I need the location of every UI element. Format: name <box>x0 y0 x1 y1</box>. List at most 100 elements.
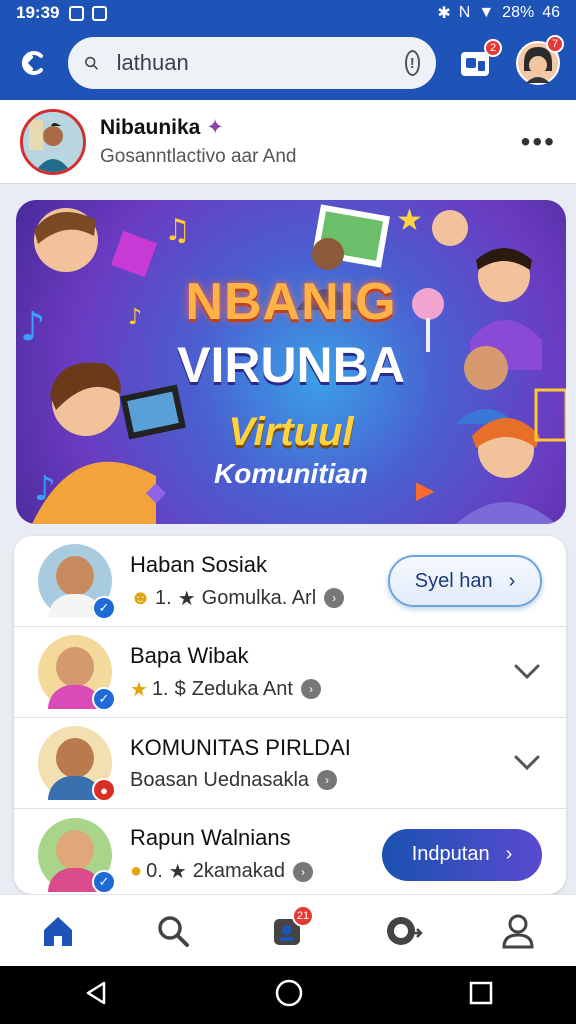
item-title: Haban Sosiak <box>130 551 267 577</box>
bottom-navigation: 21 <box>0 894 576 966</box>
circle-home-icon <box>275 979 303 1006</box>
community-banner[interactable]: ♫ ♪ ♪ ★ ♪ ◆ ▶ NBANIG VIRUNBA Virtuul Kom… <box>16 200 566 524</box>
nav-profile[interactable] <box>488 901 548 961</box>
home-icon <box>43 916 72 946</box>
item-subtitle: ★ 1. $ Zeduka Ant › <box>130 677 321 702</box>
avatar: ✓ <box>38 544 116 620</box>
chevron-down-icon <box>514 755 540 771</box>
arrow-circle-icon: › <box>324 588 345 608</box>
network-type: 46 <box>542 4 560 21</box>
item-text: Haban Sosiak ☻ 1. ★ Gomulka. Arl › <box>130 551 345 611</box>
alert-badge-icon: ● <box>92 778 116 802</box>
nav-home[interactable] <box>28 901 88 961</box>
item-count: 1. <box>151 677 169 700</box>
emoji-icon: ☻ <box>130 586 152 609</box>
item-text: KOMUNITAS PIRLDAI Boasan Uednasakla › <box>130 735 351 792</box>
join-button-label: Syel han <box>414 569 493 592</box>
status-notification-icons <box>69 5 108 21</box>
arrow-circle-icon: › <box>317 770 338 790</box>
avatar: ✓ <box>38 817 116 894</box>
item-meta: Zeduka Ant <box>191 677 293 700</box>
item-text: Bapa Wibak ★ 1. $ Zeduka Ant › <box>130 643 321 702</box>
home-nav-button[interactable] <box>274 978 304 1013</box>
verified-icon: ✓ <box>92 596 116 620</box>
expand-button[interactable] <box>512 748 542 778</box>
top-app-bar: ! 2 7 <box>0 26 576 100</box>
nfc-icon: N <box>458 4 471 21</box>
banner-title-line1: NBANIG <box>185 273 397 331</box>
triangle-back-icon <box>86 981 106 1004</box>
avatar-badge: 7 <box>546 35 564 53</box>
item-meta: Gomulka. Arl <box>201 586 317 609</box>
list-item[interactable]: ● KOMUNITAS PIRLDAI Boasan Uednasakla › <box>14 718 566 809</box>
verified-icon: ✓ <box>92 869 116 894</box>
status-bar: 19:39 ✱ N ▼ 28% 46 <box>0 0 576 26</box>
system-navigation-bar <box>0 966 576 1024</box>
search-icon <box>158 915 189 947</box>
recents-nav-button[interactable] <box>468 980 494 1011</box>
wifi-icon: ▼ <box>478 4 495 21</box>
join-button[interactable]: Syel han › <box>388 555 542 607</box>
chevron-right-icon: › <box>505 843 513 865</box>
nav-chat[interactable]: 21 <box>258 901 318 961</box>
emoji-icon: ● <box>130 860 143 882</box>
profile-name: Nibaunika <box>100 116 201 139</box>
messages-button[interactable]: 2 <box>458 39 502 81</box>
item-count: 0. <box>146 860 163 882</box>
list-item[interactable]: ✓ Bapa Wibak ★ 1. $ Zeduka Ant › <box>14 627 566 718</box>
profile-name-row: Nibaunika ✦ <box>100 115 296 140</box>
refresh-back-icon <box>21 51 43 75</box>
svg-text:★: ★ <box>396 203 423 238</box>
nav-community[interactable] <box>373 901 433 961</box>
messages-badge: 2 <box>484 39 502 57</box>
dollar-icon: $ <box>174 677 186 700</box>
item-title: Rapun Walnians <box>130 825 291 850</box>
profile-avatar-image <box>23 111 83 172</box>
banner-title-line2: VIRUNBA <box>177 337 405 393</box>
item-meta: 2kamakad <box>192 860 285 882</box>
status-time: 19:39 <box>16 3 60 22</box>
notification-icon <box>92 5 108 21</box>
svg-text:♫: ♫ <box>164 213 191 248</box>
status-right: ✱ N ▼ 28% 46 <box>437 3 560 23</box>
battery-percent: 28% <box>502 4 535 21</box>
chevron-right-icon: › <box>508 569 516 592</box>
item-subtitle: Boasan Uednasakla › <box>130 769 351 792</box>
info-icon[interactable]: ! <box>404 50 420 76</box>
chat-badge: 21 <box>291 904 314 927</box>
arrow-circle-icon: › <box>300 679 321 699</box>
list-item[interactable]: ✓ Haban Sosiak ☻ 1. ★ Gomulka. Arl › Sye… <box>14 536 566 627</box>
profile-icon <box>502 914 534 948</box>
star-emoji-icon: ★ <box>130 678 148 701</box>
community-list: ✓ Haban Sosiak ☻ 1. ★ Gomulka. Arl › Sye… <box>14 536 566 894</box>
bluetooth-icon: ✱ <box>437 5 451 22</box>
more-options-button[interactable]: ••• <box>521 126 556 158</box>
expand-button[interactable] <box>512 657 542 687</box>
profile-text: Nibaunika ✦ Gosanntlactivo aar And <box>100 115 296 168</box>
star-icon: ★ <box>177 587 196 610</box>
profile-subtitle: Gosanntlactivo aar And <box>100 146 297 167</box>
profile-header[interactable]: Nibaunika ✦ Gosanntlactivo aar And ••• <box>0 100 576 184</box>
item-text: Rapun Walnians ● 0. ★ 2kamakad › <box>130 825 313 884</box>
user-avatar-button[interactable]: 7 <box>516 35 564 85</box>
square-recents-icon <box>469 981 493 1004</box>
search-bar[interactable]: ! <box>68 37 436 89</box>
item-count: 1. <box>155 586 172 609</box>
sparkle-icon: ✦ <box>206 116 224 139</box>
banner-title-line4: Komunitian <box>214 458 368 489</box>
search-input[interactable] <box>116 50 405 76</box>
profile-avatar[interactable] <box>20 108 86 175</box>
open-button-label: Indputan <box>411 843 490 865</box>
item-meta: Boasan Uednasakla <box>130 768 310 791</box>
nav-search[interactable] <box>143 901 203 961</box>
item-title: Bapa Wibak <box>130 642 249 668</box>
arrow-circle-icon: › <box>293 861 313 882</box>
notification-icon <box>69 5 85 21</box>
list-item[interactable]: ✓ Rapun Walnians ● 0. ★ 2kamakad › Indpu… <box>14 809 566 894</box>
community-icon <box>387 916 423 945</box>
back-nav-button[interactable] <box>82 979 110 1012</box>
avatar: ✓ <box>38 635 116 711</box>
open-button[interactable]: Indputan › <box>382 828 542 881</box>
search-icon <box>85 56 98 70</box>
back-button[interactable] <box>16 43 52 83</box>
